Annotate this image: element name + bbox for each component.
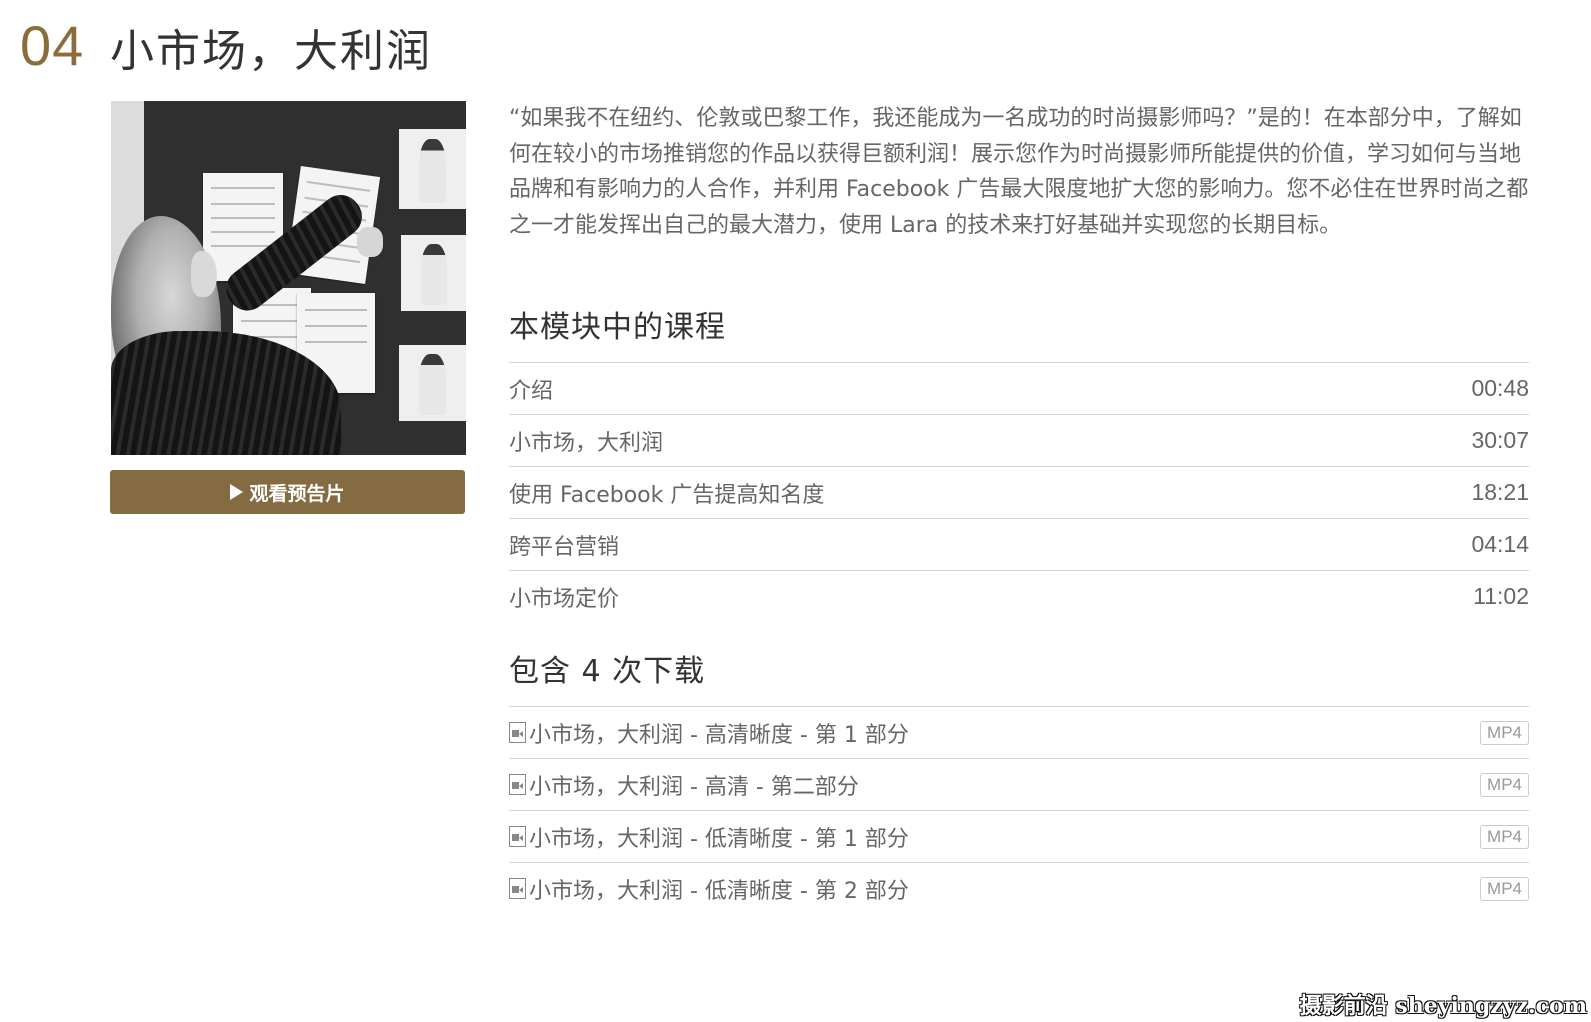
thumbnail-woman-face <box>191 251 217 297</box>
thumbnail-photo <box>399 129 466 209</box>
watermark: 摄影前沿 sheyingzyz.com <box>1299 993 1587 1019</box>
lessons-list: 介绍 00:48 小市场，大利润 30:07 使用 Facebook 广告提高知… <box>509 362 1529 622</box>
lesson-row[interactable]: 小市场，大利润 30:07 <box>509 415 1529 467</box>
download-row[interactable]: 小市场，大利润 - 高清 - 第二部分 MP4 <box>509 759 1529 811</box>
video-file-icon <box>509 878 526 899</box>
download-title[interactable]: 小市场，大利润 - 低清晰度 - 第 2 部分 <box>529 873 909 905</box>
module-title: 小市场，大利润 <box>110 26 432 77</box>
lesson-duration: 00:48 <box>1471 375 1529 401</box>
download-row[interactable]: 小市场，大利润 - 高清晰度 - 第 1 部分 MP4 <box>509 707 1529 759</box>
download-row[interactable]: 小市场，大利润 - 低清晰度 - 第 1 部分 MP4 <box>509 811 1529 863</box>
thumbnail-photo <box>401 235 466 311</box>
lesson-duration: 11:02 <box>1473 583 1529 609</box>
module-description: “如果我不在纽约、伦敦或巴黎工作，我还能成为一名成功的时尚摄影师吗？”是的！在本… <box>509 106 1529 238</box>
download-row[interactable]: 小市场，大利润 - 低清晰度 - 第 2 部分 MP4 <box>509 863 1529 914</box>
lesson-row[interactable]: 使用 Facebook 广告提高知名度 18:21 <box>509 467 1529 519</box>
download-title[interactable]: 小市场，大利润 - 低清晰度 - 第 1 部分 <box>529 821 909 853</box>
lesson-duration: 04:14 <box>1471 531 1529 557</box>
lesson-title: 小市场定价 <box>509 586 620 612</box>
thumbnail-woman-hand <box>357 227 383 257</box>
play-icon <box>230 484 244 500</box>
lesson-duration: 30:07 <box>1471 427 1529 453</box>
lesson-title: 小市场，大利润 <box>509 430 664 456</box>
download-title[interactable]: 小市场，大利润 - 高清晰度 - 第 1 部分 <box>529 717 909 749</box>
watch-trailer-label: 观看预告片 <box>249 482 345 505</box>
download-title[interactable]: 小市场，大利润 - 高清 - 第二部分 <box>529 769 859 801</box>
format-badge: MP4 <box>1480 876 1529 901</box>
lesson-title: 使用 Facebook 广告提高知名度 <box>509 482 825 508</box>
lesson-title: 介绍 <box>509 378 554 404</box>
lesson-row[interactable]: 跨平台营销 04:14 <box>509 519 1529 571</box>
module-number: 04 <box>20 14 85 77</box>
module-thumbnail[interactable] <box>111 101 466 455</box>
downloads-list: 小市场，大利润 - 高清晰度 - 第 1 部分 MP4 小市场，大利润 - 高清… <box>509 706 1529 914</box>
video-file-icon <box>509 722 526 743</box>
lesson-row[interactable]: 介绍 00:48 <box>509 363 1529 415</box>
lesson-row[interactable]: 小市场定价 11:02 <box>509 571 1529 622</box>
watch-trailer-button[interactable]: 观看预告片 <box>110 470 465 514</box>
lesson-duration: 18:21 <box>1471 479 1529 505</box>
thumbnail-photo <box>399 345 466 421</box>
format-badge: MP4 <box>1480 772 1529 797</box>
downloads-heading: 包含 4 次下载 <box>509 654 706 689</box>
video-file-icon <box>509 774 526 795</box>
format-badge: MP4 <box>1480 720 1529 745</box>
format-badge: MP4 <box>1480 824 1529 849</box>
lessons-heading: 本模块中的课程 <box>509 310 726 345</box>
lesson-title: 跨平台营销 <box>509 534 620 560</box>
video-file-icon <box>509 826 526 847</box>
